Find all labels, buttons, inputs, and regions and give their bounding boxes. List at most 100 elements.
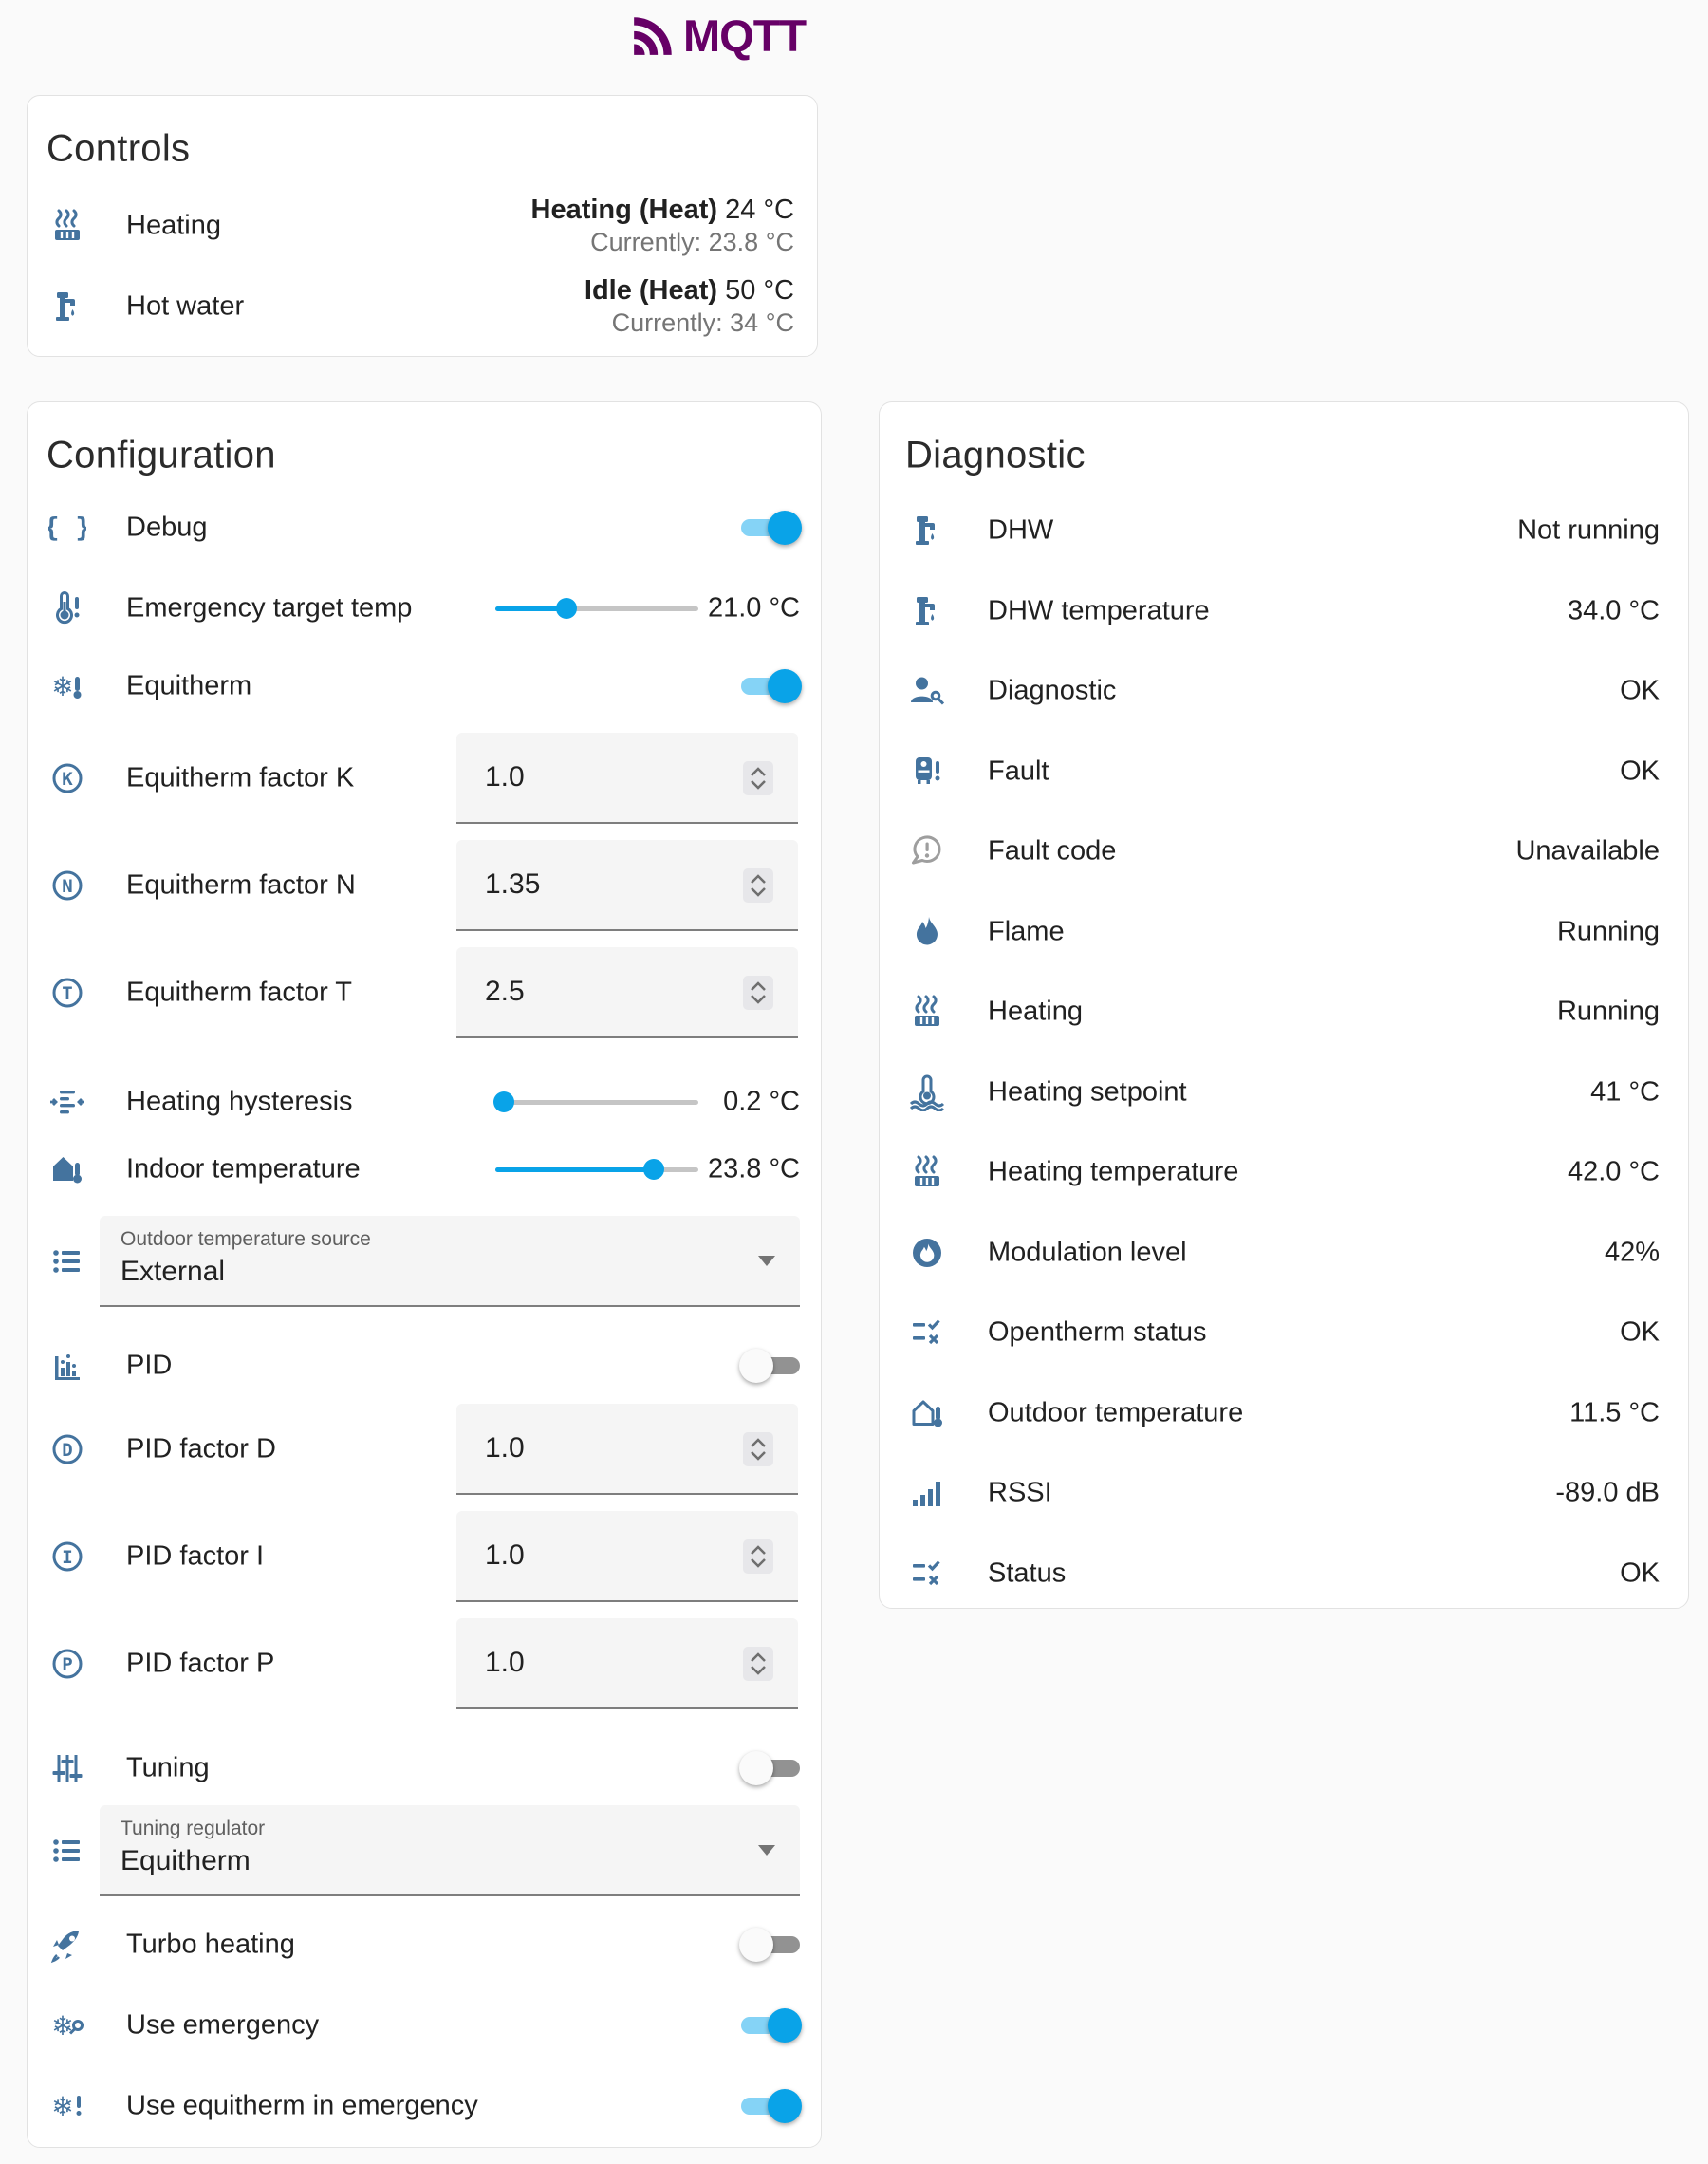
config-row-label: Debug (126, 513, 207, 544)
climate-state[interactable]: Heating (Heat) 24 °CCurrently: 23.8 °C (531, 194, 795, 258)
config-row-label: Emergency target temp (126, 593, 412, 625)
alpha-i-circle-icon: I (48, 1538, 86, 1576)
climate-current-temp: Currently: 23.8 °C (531, 226, 795, 258)
water-pump-icon (48, 288, 86, 326)
diagnostic-row-label: RSSI (988, 1478, 1052, 1509)
toggle-use-emergency[interactable] (741, 2008, 800, 2043)
svg-text:P: P (62, 1654, 72, 1675)
controls-card: Controls HeatingHeating (Heat) 24 °CCurr… (27, 95, 818, 357)
diagnostic-row-value: 11.5 °C (1569, 1398, 1660, 1429)
toggle-debug[interactable] (741, 511, 800, 545)
number-input-equitherm-factor-t[interactable]: 2.5 (456, 947, 798, 1038)
slider-indoor-temperature[interactable] (495, 1152, 698, 1186)
code-braces-icon: { } (48, 509, 86, 547)
toggle-turbo-heating[interactable] (741, 1928, 800, 1962)
select-label: Outdoor temperature source (121, 1228, 371, 1251)
config-row-label: Use emergency (126, 2010, 319, 2042)
number-stepper[interactable] (743, 976, 773, 1010)
slider-knob[interactable] (493, 1091, 514, 1112)
diagnostic-row-value: 34.0 °C (1568, 596, 1660, 627)
diagnostic-row-value: 42% (1605, 1238, 1660, 1269)
list-status-icon (908, 1314, 946, 1352)
diagnostic-row-value: Running (1557, 997, 1660, 1028)
chart-icon (48, 1347, 86, 1385)
slider-heating-hysteresis[interactable] (495, 1085, 698, 1119)
diagnostic-row-label: Diagnostic (988, 676, 1116, 707)
config-row-label: PID factor I (126, 1541, 264, 1573)
svg-text:❄: ❄ (51, 671, 73, 702)
radiator-icon (48, 207, 86, 245)
toggle-equitherm[interactable] (741, 669, 800, 703)
config-row-label: Equitherm factor K (126, 763, 354, 794)
diagnostic-row-value: OK (1620, 756, 1660, 788)
diagnostic-row-value: OK (1620, 1558, 1660, 1590)
toggle-thumb (739, 1751, 773, 1785)
number-stepper[interactable] (743, 761, 773, 795)
slider-knob[interactable] (643, 1159, 664, 1180)
list-status-icon (908, 1555, 946, 1593)
number-input-equitherm-factor-n[interactable]: 1.35 (456, 840, 798, 931)
toggle-tuning[interactable] (741, 1751, 800, 1785)
signal-icon (908, 1474, 946, 1512)
control-row-label: Hot water (126, 291, 244, 323)
svg-text:❄: ❄ (51, 2091, 73, 2122)
climate-mode-text: Idle (Heat) (585, 275, 717, 306)
diagnostic-row-label: Heating setpoint (988, 1077, 1187, 1109)
select-outdoor-temperature-source[interactable]: Outdoor temperature source External (100, 1216, 800, 1307)
slider-fill (495, 1167, 654, 1172)
configuration-card: Configuration { } Debug Emergency target … (27, 401, 822, 2148)
slider-emergency-target-temp[interactable] (495, 591, 698, 625)
thermometer-alert-icon (48, 589, 86, 627)
home-thermometer-outline-icon (908, 1394, 946, 1432)
config-row-label: Equitherm (126, 671, 251, 702)
tune-icon (48, 1749, 86, 1787)
number-stepper[interactable] (743, 1539, 773, 1574)
diagnostic-row-label: Fault code (988, 836, 1116, 867)
dropdown-arrow-icon (758, 1256, 775, 1266)
number-input-pid-factor-i[interactable]: 1.0 (456, 1511, 798, 1602)
select-value: External (121, 1256, 225, 1288)
climate-target-temp: 50 °C (717, 275, 794, 306)
water-pump-icon (908, 592, 946, 630)
number-stepper[interactable] (743, 868, 773, 903)
control-row-label: Heating (126, 211, 221, 242)
diagnostic-row-value: 41 °C (1590, 1077, 1660, 1109)
snowflake-thermometer-icon: ❄ (48, 667, 86, 705)
select-label: Tuning regulator (121, 1818, 265, 1840)
climate-current-temp: Currently: 34 °C (585, 307, 794, 339)
number-stepper[interactable] (743, 1432, 773, 1466)
account-wrench-icon (908, 672, 946, 710)
diagnostic-row-label: Modulation level (988, 1238, 1187, 1269)
number-input-pid-factor-d[interactable]: 1.0 (456, 1404, 798, 1495)
svg-text:D: D (62, 1440, 72, 1461)
toggle-pid[interactable] (741, 1349, 800, 1383)
diagnostic-row-label: Outdoor temperature (988, 1398, 1243, 1429)
diagnostic-row-label: DHW temperature (988, 596, 1210, 627)
number-stepper[interactable] (743, 1647, 773, 1681)
number-input-value: 2.5 (485, 947, 525, 1036)
diagnostic-row-label: Status (988, 1558, 1066, 1590)
svg-text:T: T (62, 983, 72, 1004)
list-bulleted-icon (48, 1832, 86, 1870)
diagnostic-row-value: Running (1557, 917, 1660, 948)
home-thermometer-icon (48, 1150, 86, 1188)
climate-state-line: Idle (Heat) 50 °C (585, 274, 794, 307)
dropdown-arrow-icon (758, 1845, 775, 1856)
slider-value: 0.2 °C (696, 1086, 800, 1119)
configuration-card-title: Configuration (46, 435, 276, 477)
climate-state[interactable]: Idle (Heat) 50 °CCurrently: 34 °C (585, 274, 794, 339)
number-input-pid-factor-p[interactable]: 1.0 (456, 1618, 798, 1709)
number-input-equitherm-factor-k[interactable]: 1.0 (456, 733, 798, 824)
water-pump-icon (908, 512, 946, 550)
alpha-d-circle-icon: D (48, 1430, 86, 1468)
toggle-use-equitherm-in-emergency[interactable] (741, 2089, 800, 2123)
fire-circle-icon (908, 1234, 946, 1272)
slider-knob[interactable] (556, 598, 577, 619)
select-tuning-regulator[interactable]: Tuning regulator Equitherm (100, 1805, 800, 1896)
fire-icon (908, 913, 946, 951)
snowflake-alert-icon: ❄ (48, 2087, 86, 2125)
config-row-label: PID (126, 1351, 172, 1382)
config-row-label: Use equitherm in emergency (126, 2091, 478, 2122)
climate-state-line: Heating (Heat) 24 °C (531, 194, 795, 226)
select-value: Equitherm (121, 1845, 251, 1877)
